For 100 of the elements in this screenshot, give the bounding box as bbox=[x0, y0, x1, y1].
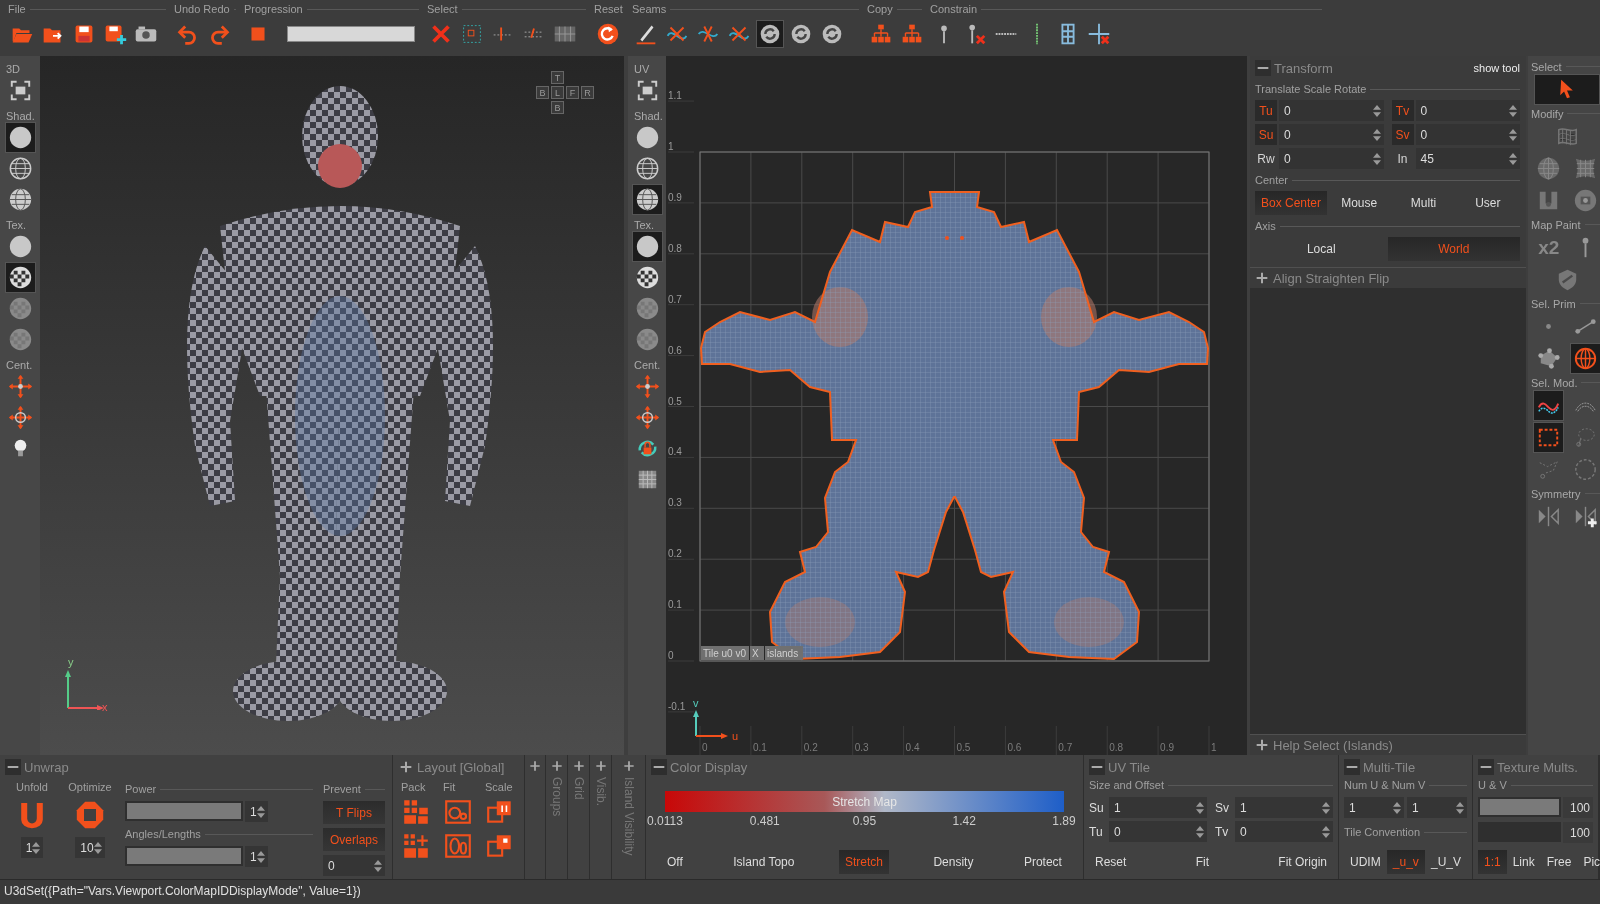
number-field[interactable]: 0 bbox=[1415, 124, 1520, 145]
number-field[interactable]: 0 bbox=[1279, 148, 1384, 169]
number-field[interactable]: 1 bbox=[20, 837, 44, 858]
option-button[interactable]: Multi bbox=[1391, 191, 1456, 215]
expand-icon[interactable] bbox=[571, 759, 586, 773]
axis-tick-label: 0.8 bbox=[668, 242, 682, 254]
collapse-icon[interactable] bbox=[1478, 759, 1494, 775]
rectangle-select-icon[interactable] bbox=[1533, 422, 1565, 453]
number-field[interactable]: 1 bbox=[1344, 797, 1404, 818]
number-field[interactable]: 100 bbox=[1563, 797, 1593, 818]
collapse-icon[interactable] bbox=[1089, 759, 1105, 775]
axis-tick-label: 0.2 bbox=[668, 548, 682, 560]
view-cube-face[interactable]: B bbox=[536, 86, 549, 99]
globe-icon[interactable] bbox=[1569, 343, 1600, 374]
show-tool-link[interactable]: show tool bbox=[1473, 62, 1520, 74]
number-field[interactable]: 1 bbox=[245, 846, 268, 867]
number-field[interactable]: 1 bbox=[1407, 797, 1467, 818]
expand-icon[interactable] bbox=[1254, 737, 1270, 753]
option-button[interactable]: Island Topo bbox=[727, 850, 801, 874]
group-label: File bbox=[8, 3, 26, 15]
axis-tick-label: 0.2 bbox=[803, 742, 818, 753]
option-button[interactable]: Box Center bbox=[1255, 191, 1328, 215]
axis-tick-label: -0.1 bbox=[668, 700, 686, 712]
option-button[interactable]: UDIM bbox=[1344, 850, 1387, 874]
collapse-icon[interactable] bbox=[1344, 759, 1360, 775]
scale-tick-label: 0.95 bbox=[852, 814, 877, 828]
toggle-button[interactable]: T Flips bbox=[323, 801, 385, 824]
section-label: Center bbox=[1255, 174, 1289, 186]
expand-icon[interactable] bbox=[621, 759, 636, 773]
option-button[interactable]: Mouse bbox=[1327, 191, 1392, 215]
edge-loop-icon[interactable] bbox=[1533, 390, 1565, 421]
number-field[interactable]: 45 bbox=[1415, 148, 1520, 169]
option-button[interactable]: Stretch bbox=[838, 850, 889, 874]
fit-circles-icon[interactable] bbox=[443, 797, 473, 827]
axis-tick-label: 0.6 bbox=[1007, 742, 1022, 753]
section-label: Shad. bbox=[633, 110, 663, 122]
option-button[interactable]: Pic bbox=[1577, 850, 1600, 874]
option-button[interactable]: World bbox=[1387, 237, 1520, 261]
option-button[interactable]: Protect bbox=[1017, 850, 1068, 874]
number-field[interactable]: 0 bbox=[1109, 821, 1207, 842]
option-button[interactable]: Density bbox=[927, 850, 980, 874]
section-label: Modify bbox=[1531, 108, 1564, 120]
field-label: Tu bbox=[1089, 824, 1104, 839]
action-button[interactable]: Reset bbox=[1089, 850, 1133, 874]
number-field[interactable]: 10 bbox=[75, 837, 105, 858]
view-cube-face[interactable]: B bbox=[551, 101, 564, 114]
option-button[interactable]: Free bbox=[1540, 850, 1578, 874]
fit-ellipses-icon[interactable] bbox=[443, 831, 473, 861]
expand-icon[interactable] bbox=[593, 759, 608, 773]
group-label: Undo Redo bbox=[174, 3, 230, 15]
view-cube-face[interactable]: T bbox=[551, 71, 564, 84]
expand-icon[interactable] bbox=[528, 759, 542, 773]
axis-tick-label: 0.8 bbox=[1109, 742, 1124, 753]
field-label: Sv bbox=[1215, 800, 1230, 815]
number-field[interactable]: 0 bbox=[323, 855, 385, 876]
number-field[interactable]: 0 bbox=[1279, 124, 1384, 145]
action-button[interactable]: Fit Origin bbox=[1272, 850, 1333, 874]
option-button[interactable]: Off bbox=[661, 850, 689, 874]
expand-icon[interactable] bbox=[1254, 270, 1270, 286]
collapse-icon[interactable] bbox=[651, 759, 667, 775]
panel-title: Transform bbox=[1274, 60, 1333, 76]
pack-move-icon[interactable] bbox=[401, 831, 431, 861]
section-label: 3D bbox=[5, 63, 21, 75]
pointer-icon[interactable] bbox=[1534, 74, 1600, 105]
toggle-button[interactable]: Overlaps bbox=[323, 828, 385, 851]
option-button[interactable]: User bbox=[1455, 191, 1520, 215]
group-label: Progression bbox=[244, 3, 303, 15]
collapse-icon[interactable] bbox=[1255, 60, 1271, 76]
collapse-icon[interactable] bbox=[5, 759, 21, 775]
view-cube-face[interactable]: L bbox=[551, 86, 564, 99]
option-button[interactable]: Local bbox=[1255, 237, 1388, 261]
panel-title: Color Display bbox=[670, 759, 748, 775]
scale-tick-label: 1.89 bbox=[1052, 814, 1076, 828]
expand-icon[interactable] bbox=[398, 759, 414, 775]
action-button[interactable]: Fit bbox=[1189, 850, 1215, 874]
number-field[interactable]: 1 bbox=[1235, 797, 1333, 818]
circle-arrows-icon[interactable] bbox=[756, 20, 784, 48]
pack-squares-icon[interactable] bbox=[401, 797, 431, 827]
axis-tick-label: 0 bbox=[668, 650, 674, 661]
option-button[interactable]: Link bbox=[1506, 850, 1541, 874]
axis-tick-label: 0.7 bbox=[668, 293, 682, 305]
axis-label: u bbox=[732, 730, 739, 742]
option-button[interactable]: 1:1 bbox=[1478, 850, 1507, 874]
number-field[interactable]: 0 bbox=[1415, 100, 1520, 121]
uv-island-drawing[interactable] bbox=[700, 191, 1209, 660]
section-label: Sel. Mod. bbox=[1531, 377, 1578, 389]
field-label: Su bbox=[1255, 124, 1277, 145]
axis-tick-label: 0.7 bbox=[1058, 742, 1073, 753]
section-label: Cent. bbox=[5, 359, 33, 371]
option-button[interactable]: _U_V bbox=[1424, 850, 1467, 874]
expand-icon[interactable] bbox=[549, 759, 564, 773]
number-field[interactable]: 1 bbox=[245, 801, 268, 822]
view-cube-face[interactable]: F bbox=[566, 86, 579, 99]
option-button[interactable]: _u_v bbox=[1386, 850, 1425, 874]
view-cube-face[interactable]: R bbox=[581, 86, 594, 99]
axis-tick-label: 0.5 bbox=[668, 395, 682, 407]
number-field[interactable]: 100 bbox=[1563, 822, 1593, 843]
number-field[interactable]: 0 bbox=[1279, 100, 1384, 121]
number-field[interactable]: 0 bbox=[1235, 821, 1333, 842]
number-field[interactable]: 1 bbox=[1109, 797, 1207, 818]
